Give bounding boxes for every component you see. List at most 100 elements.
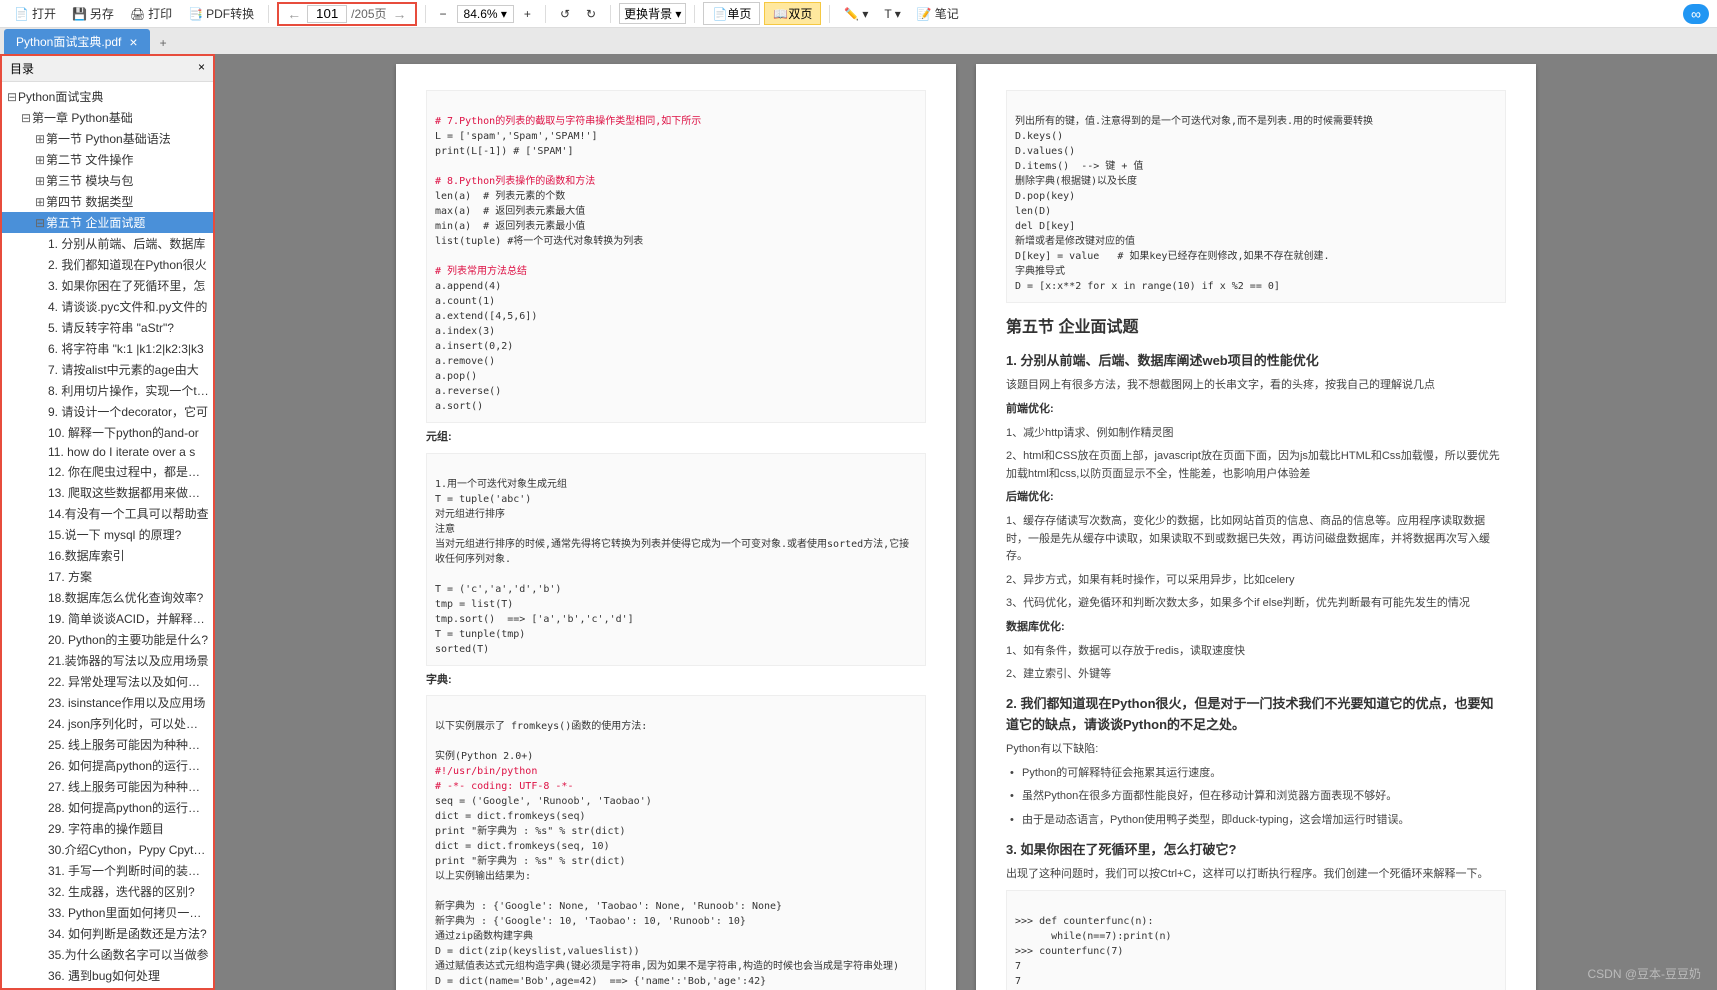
tree-section[interactable]: ⊞第二节 文件操作: [2, 149, 213, 170]
tree-item[interactable]: 19. 简单谈谈ACID，并解释每一: [2, 608, 213, 629]
tree-item[interactable]: 17. 方案: [2, 566, 213, 587]
paragraph: 该题目网上有很多方法，我不想截图网上的长串文字，看的头疼，按我自己的理解说几点: [1006, 377, 1506, 395]
tree-item[interactable]: 7. 请按alist中元素的age由大: [2, 359, 213, 380]
tree-item[interactable]: 31. 手写一个判断时间的装饰器: [2, 860, 213, 881]
paragraph: 出现了这种问题时，我们可以按Ctrl+C，这样可以打断执行程序。我们创建一个死循…: [1006, 866, 1506, 884]
sidebar-close-button[interactable]: ×: [198, 60, 205, 77]
tree-item[interactable]: 15.说一下 mysql 的原理?: [2, 524, 213, 545]
tree-item[interactable]: 32. 生成器，迭代器的区别?: [2, 881, 213, 902]
note-button[interactable]: 📝笔记: [911, 3, 965, 24]
tree-item[interactable]: 20. Python的主要功能是什么?: [2, 629, 213, 650]
code-block: 以下实例展示了 fromkeys()函数的使用方法: 实例(Python 2.0…: [426, 695, 926, 990]
change-background-dropdown[interactable]: 更换背景 ▾: [619, 3, 686, 24]
print-icon: 🖨: [130, 7, 145, 21]
tree-item[interactable]: 28. 如何提高python的运行效率: [2, 797, 213, 818]
list-item: Python的可解释特征会拖累其运行速度。: [1022, 765, 1506, 783]
save-icon: 💾: [72, 7, 87, 21]
tree-item[interactable]: 35.为什么函数名字可以当做参: [2, 944, 213, 965]
code-block: 列出所有的键，值.注意得到的是一个可迭代对象,而不是列表.用的时候需要转换 D.…: [1006, 90, 1506, 303]
paragraph: 1、缓存存储读写次数高，变化少的数据，比如网站首页的信息、商品的信息等。应用程序…: [1006, 513, 1506, 566]
tree-item[interactable]: 33. Python里面如何拷贝一个对: [2, 902, 213, 923]
separator: [268, 5, 269, 23]
zoom-level-dropdown[interactable]: 84.6% ▾: [457, 5, 514, 23]
tree-item[interactable]: 22. 异常处理写法以及如何主动: [2, 671, 213, 692]
outline-sidebar: 目录 × ⊟Python面试宝典 ⊟第一章 Python基础 ⊞第一节 Pyth…: [0, 54, 215, 990]
list-item: 虽然Python在很多方面都性能良好，但在移动计算和浏览器方面表现不够好。: [1022, 788, 1506, 806]
list-item: 由于是动态语言，Python使用鸭子类型，即duck-typing，这会增加运行…: [1022, 812, 1506, 830]
tree-item[interactable]: 14.有没有一个工具可以帮助查: [2, 503, 213, 524]
tree-chapter[interactable]: ⊟第一章 Python基础: [2, 107, 213, 128]
tree-item[interactable]: 30.介绍Cython，Pypy Cpython: [2, 839, 213, 860]
tree-section[interactable]: ⊞第一节 Python基础语法: [2, 128, 213, 149]
tree-item[interactable]: 13. 爬取这些数据都用来做什么: [2, 482, 213, 503]
tree-item[interactable]: 10. 解释一下python的and-or: [2, 422, 213, 443]
page-total-label: /205页: [351, 5, 386, 22]
add-tab-button[interactable]: +: [150, 32, 177, 54]
label: 数据库优化:: [1006, 619, 1506, 637]
tree-item[interactable]: 16.数据库索引: [2, 545, 213, 566]
document-tab[interactable]: Python面试宝典.pdf ×: [4, 29, 150, 54]
tab-bar: Python面试宝典.pdf × +: [0, 28, 1717, 54]
tree-item[interactable]: 4. 请谈谈.pyc文件和.py文件的: [2, 296, 213, 317]
zoom-in-button[interactable]: +: [518, 5, 537, 23]
open-button[interactable]: 📄打开: [8, 3, 62, 24]
tree-item[interactable]: 2. 我们都知道现在Python很火: [2, 254, 213, 275]
rotate-right-button[interactable]: ↻: [580, 5, 602, 23]
tree-item[interactable]: 34. 如何判断是函数还是方法?: [2, 923, 213, 944]
tree-item[interactable]: 29. 字符串的操作题目: [2, 818, 213, 839]
tree-item[interactable]: 26. 如何提高python的运行效率: [2, 755, 213, 776]
tree-item[interactable]: 21.装饰器的写法以及应用场景: [2, 650, 213, 671]
tree-section[interactable]: ⊞第三节 模块与包: [2, 170, 213, 191]
next-page-button[interactable]: →: [387, 6, 413, 22]
sidebar-title: 目录: [10, 60, 34, 77]
note-icon: 📝: [917, 7, 932, 21]
tree-section[interactable]: ⊞第四节 数据类型: [2, 191, 213, 212]
pdf-convert-button[interactable]: 📑PDF转换: [182, 3, 260, 24]
savecopy-button[interactable]: 💾另存: [66, 3, 120, 24]
tree-item[interactable]: 24. json序列化时，可以处理的: [2, 713, 213, 734]
tree-item[interactable]: 9. 请设计一个decorator，它可: [2, 401, 213, 422]
tree-item[interactable]: 1. 分别从前端、后端、数据库: [2, 233, 213, 254]
question-title: 3. 如果你困在了死循环里，怎么打破它?: [1006, 840, 1506, 861]
highlight-button[interactable]: ✏️▾: [838, 5, 874, 23]
tab-close-button[interactable]: ×: [129, 34, 137, 50]
tree-item[interactable]: 12. 你在爬虫过程中，都是怎么: [2, 461, 213, 482]
paragraph: 2、建立索引、外键等: [1006, 666, 1506, 684]
zoom-out-button[interactable]: −: [434, 5, 453, 23]
single-page-button[interactable]: 📄单页: [703, 2, 760, 25]
double-page-button[interactable]: 📖双页: [764, 2, 821, 25]
rotate-left-button[interactable]: ↺: [554, 5, 576, 23]
tree-section-selected[interactable]: ⊟第五节 企业面试题: [2, 212, 213, 233]
tree-item[interactable]: 23. isinstance作用以及应用场: [2, 692, 213, 713]
page-number-input[interactable]: [307, 5, 347, 23]
paragraph: 1、减少http请求、例如制作精灵图: [1006, 425, 1506, 443]
tree-item[interactable]: 5. 请反转字符串 "aStr"?: [2, 317, 213, 338]
print-button[interactable]: 🖨打印: [124, 3, 178, 24]
text-button[interactable]: T▾: [878, 5, 906, 23]
tree-item[interactable]: 8. 利用切片操作，实现一个trim: [2, 380, 213, 401]
separator: [425, 5, 426, 23]
tree-item[interactable]: 27. 线上服务可能因为种种原因: [2, 776, 213, 797]
tuple-heading: 元组:: [426, 429, 926, 447]
main-area: 目录 × ⊟Python面试宝典 ⊟第一章 Python基础 ⊞第一节 Pyth…: [0, 54, 1717, 990]
tree-item[interactable]: 36. 遇到bug如何处理: [2, 965, 213, 986]
paragraph: 2、异步方式，如果有耗时操作，可以采用异步，比如celery: [1006, 572, 1506, 590]
pdf-icon: 📑: [188, 7, 203, 21]
separator: [829, 5, 830, 23]
tree-item[interactable]: 11. how do I iterate over a s: [2, 443, 213, 461]
tree-item[interactable]: 3. 如果你困在了死循环里，怎: [2, 275, 213, 296]
code-block: 1.用一个可迭代对象生成元组 T = tuple('abc') 对元组进行排序 …: [426, 453, 926, 666]
page-viewport[interactable]: # 7.Python的列表的截取与字符串操作类型相同,如下所示 L = ['sp…: [215, 54, 1717, 990]
logo-badge[interactable]: ∞: [1683, 4, 1709, 24]
label: 后端优化:: [1006, 489, 1506, 507]
tree-item[interactable]: 6. 将字符串 "k:1 |k1:2|k2:3|k3: [2, 338, 213, 359]
code-block: # 7.Python的列表的截取与字符串操作类型相同,如下所示 L = ['sp…: [426, 90, 926, 423]
page-right: 列出所有的键，值.注意得到的是一个可迭代对象,而不是列表.用的时候需要转换 D.…: [976, 64, 1536, 990]
tree-item[interactable]: 18.数据库怎么优化查询效率?: [2, 587, 213, 608]
tree-item[interactable]: 37.分别从前端、后端、数据库: [2, 986, 213, 988]
tree-root[interactable]: ⊟Python面试宝典: [2, 86, 213, 107]
tree-item[interactable]: 25. 线上服务可能因为种种原因: [2, 734, 213, 755]
open-icon: 📄: [14, 7, 29, 21]
page-navigation: ← /205页 →: [277, 2, 416, 26]
prev-page-button[interactable]: ←: [281, 6, 307, 22]
